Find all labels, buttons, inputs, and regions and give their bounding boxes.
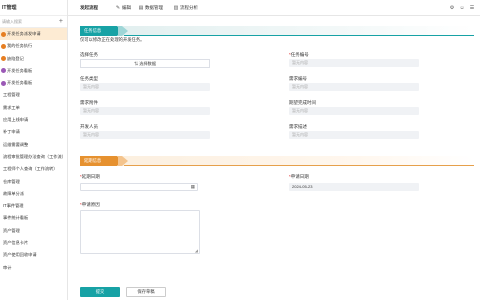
item-dot-icon: [1, 31, 6, 37]
sidebar-item[interactable]: 运维需要调整: [0, 139, 67, 151]
sidebar-item[interactable]: 需求工单: [0, 102, 67, 114]
select-task-label: 选择任务: [80, 52, 98, 57]
sidebar-item[interactable]: 流程审批管理办法查询（工作流）: [0, 151, 67, 163]
req-desc-field[interactable]: 暂无内容: [289, 131, 419, 139]
apply-date-field[interactable]: 2024-05-23: [289, 183, 419, 191]
sidebar-item-label: 工程师个人查询（工作流转）: [3, 166, 58, 172]
sidebar-item[interactable]: 审计: [0, 262, 67, 274]
sidebar-item-label: 事件统计看板: [3, 215, 29, 221]
sidebar-item[interactable]: 我的任务执行: [0, 40, 67, 52]
section-title: 延期信息: [80, 156, 112, 166]
req-no-label: 需求编号: [289, 76, 307, 81]
expect-time-field[interactable]: 暂无内容: [289, 107, 419, 115]
delay-date-input[interactable]: ▦: [80, 183, 198, 191]
section-header-delay-info: 延期信息: [80, 156, 474, 166]
section-header-task-info: 任务信息: [80, 26, 474, 36]
developer-label: 开发人员: [80, 124, 98, 129]
sidebar-item[interactable]: 资产管理: [0, 225, 67, 237]
req-attach-label: 需求附件: [80, 100, 98, 105]
sidebar-item-label: 我的任务执行: [7, 43, 33, 49]
sidebar-item-label: 应用上线申请: [3, 117, 29, 123]
sidebar-item-label: 工程管理: [3, 92, 20, 98]
top-toolbar: 发起流程 ✎ 编辑 ▤ 数据管理 ▥ 流程分析 ⚙ ☺ ☰: [68, 0, 480, 16]
sidebar-item-label: 故障单分派: [3, 190, 24, 196]
settings-icon[interactable]: ⚙: [449, 5, 455, 11]
add-icon[interactable]: +: [59, 16, 63, 28]
item-dot-icon: [1, 56, 6, 62]
sidebar-title: IT管理: [0, 0, 67, 16]
sidebar-list: 开发任务派发申请 我的任务执行 缺陷登记开发任务看板 开发任务看板工程管理需求工单应用…: [0, 28, 67, 274]
sidebar-item[interactable]: 仓库管理: [0, 176, 67, 188]
sidebar-item-label: 开发任务看板: [7, 67, 33, 73]
sidebar-search-placeholder: 请输入搜索: [2, 19, 22, 24]
sidebar-item-label: 补丁申请: [3, 129, 20, 135]
menu-icon[interactable]: ☰: [469, 5, 475, 11]
item-dot-icon: [1, 80, 6, 86]
req-desc-label: 需求描述: [289, 124, 307, 129]
reason-textarea[interactable]: ◢: [80, 210, 200, 254]
sidebar-item-label: 流程审批管理办法查询（工作流）: [3, 153, 66, 159]
item-dot-icon: [1, 43, 6, 49]
main-content: 任务信息 仅可以修改正在处理的开发任务。 选择任务 ⇅ 选择数据 *任务编号 暂…: [68, 16, 480, 300]
user-icon[interactable]: ☺: [459, 5, 465, 11]
sidebar-item-label: 运维需要调整: [3, 141, 29, 147]
chart-icon: ▥: [173, 5, 179, 11]
req-attach-field[interactable]: 暂无内容: [80, 107, 210, 115]
tab-start-process[interactable]: 发起流程: [80, 0, 98, 16]
sidebar: IT管理 请输入搜索 + 开发任务派发申请 我的任务执行 缺陷登记开发任务看板 开发任…: [0, 0, 68, 300]
calendar-icon[interactable]: ▦: [191, 184, 195, 190]
sidebar-item[interactable]: 开发任务派发申请: [0, 28, 67, 41]
sidebar-item[interactable]: 补丁申请: [0, 126, 67, 138]
save-draft-button[interactable]: 保存草稿: [126, 287, 166, 297]
sidebar-search-input[interactable]: 请输入搜索 +: [0, 16, 67, 28]
task-type-field[interactable]: 暂无内容: [80, 83, 210, 91]
sidebar-item-label: 仓库管理: [3, 178, 20, 184]
sidebar-item-label: 开发任务看板: [7, 80, 33, 86]
sidebar-item[interactable]: 资产使用回收申请: [0, 249, 67, 261]
sidebar-item-label: 开发任务派发申请: [7, 31, 41, 36]
edit-icon: ✎: [115, 5, 121, 11]
tab-data-management[interactable]: 数据管理: [145, 0, 163, 16]
delay-date-label: *延期日期: [80, 174, 100, 179]
sidebar-item-label: 缺陷登记: [7, 55, 24, 61]
app: IT管理 请输入搜索 + 开发任务派发申请 我的任务执行 缺陷登记开发任务看板 开发任…: [0, 0, 480, 300]
sidebar-item[interactable]: IT事件管理: [0, 200, 67, 212]
sidebar-item-label: 资产使用回收申请: [3, 252, 37, 258]
task-no-field[interactable]: 暂无内容: [289, 59, 419, 67]
sidebar-item-label: 资产信息卡片: [3, 240, 29, 246]
section-title: 任务信息: [80, 26, 112, 36]
item-dot-icon: [1, 68, 6, 74]
sidebar-item[interactable]: 开发任务看板: [0, 77, 67, 89]
sidebar-item[interactable]: 事件统计看板: [0, 212, 67, 224]
task-type-label: 任务类型: [80, 76, 98, 81]
developer-field[interactable]: 暂无内容: [80, 131, 210, 139]
reason-label: *申请原因: [80, 202, 100, 207]
select-data-button[interactable]: ⇅ 选择数据: [80, 59, 210, 68]
sidebar-item[interactable]: 应用上线申请: [0, 114, 67, 126]
tab-edit[interactable]: 编辑: [122, 0, 131, 16]
sidebar-item[interactable]: 工程师个人查询（工作流转）: [0, 163, 67, 175]
sidebar-item[interactable]: 资产信息卡片: [0, 237, 67, 249]
submit-button[interactable]: 提交: [80, 287, 120, 297]
sidebar-item[interactable]: 故障单分派: [0, 188, 67, 200]
sidebar-item-label: 资产管理: [3, 227, 20, 233]
resize-handle-icon[interactable]: ◢: [195, 249, 198, 253]
sidebar-item[interactable]: 开发任务看板: [0, 65, 67, 77]
sidebar-item-label: 需求工单: [3, 104, 20, 110]
sidebar-item[interactable]: 工程管理: [0, 89, 67, 101]
tab-process-analysis[interactable]: 流程分析: [180, 0, 198, 16]
req-no-field[interactable]: 暂无内容: [289, 83, 419, 91]
hint-text: 仅可以修改正在处理的开发任务。: [80, 37, 145, 42]
apply-date-label: *申请日期: [289, 174, 309, 179]
sidebar-item[interactable]: 缺陷登记: [0, 53, 67, 65]
expect-time-label: 期望完成时间: [289, 100, 316, 105]
sidebar-item-label: IT事件管理: [3, 203, 24, 209]
data-icon: ▤: [138, 5, 144, 11]
task-no-label: *任务编号: [289, 52, 309, 57]
sidebar-item-label: 审计: [3, 264, 12, 270]
